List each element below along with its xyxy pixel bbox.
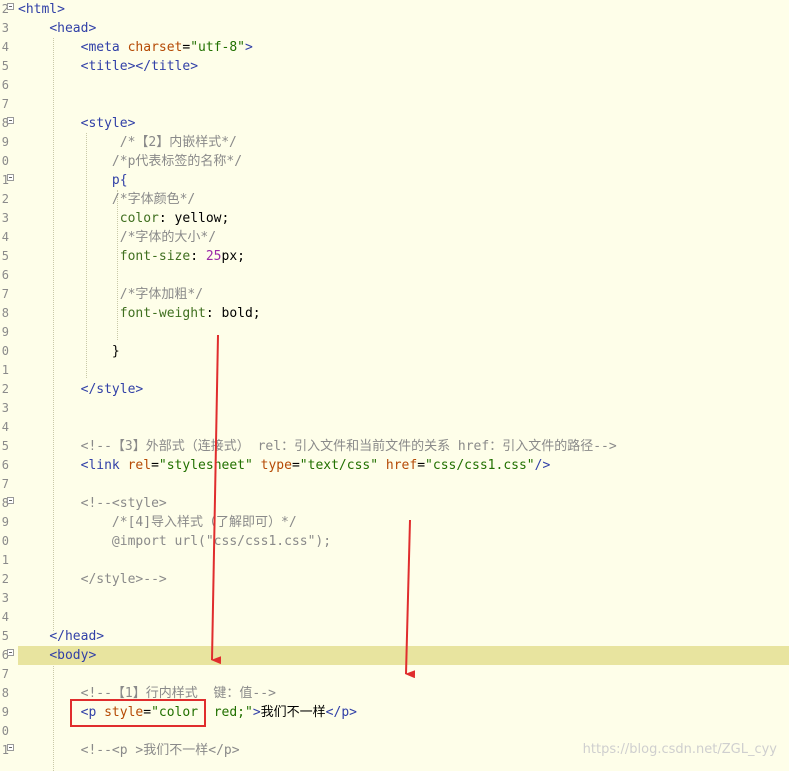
arrow-to-body [211,334,222,665]
annotation-arrows [211,334,416,679]
watermark: https://blog.csdn.net/ZGL_cyy [582,742,777,757]
arrow-to-body-right [405,519,416,679]
highlight-box [70,699,206,727]
